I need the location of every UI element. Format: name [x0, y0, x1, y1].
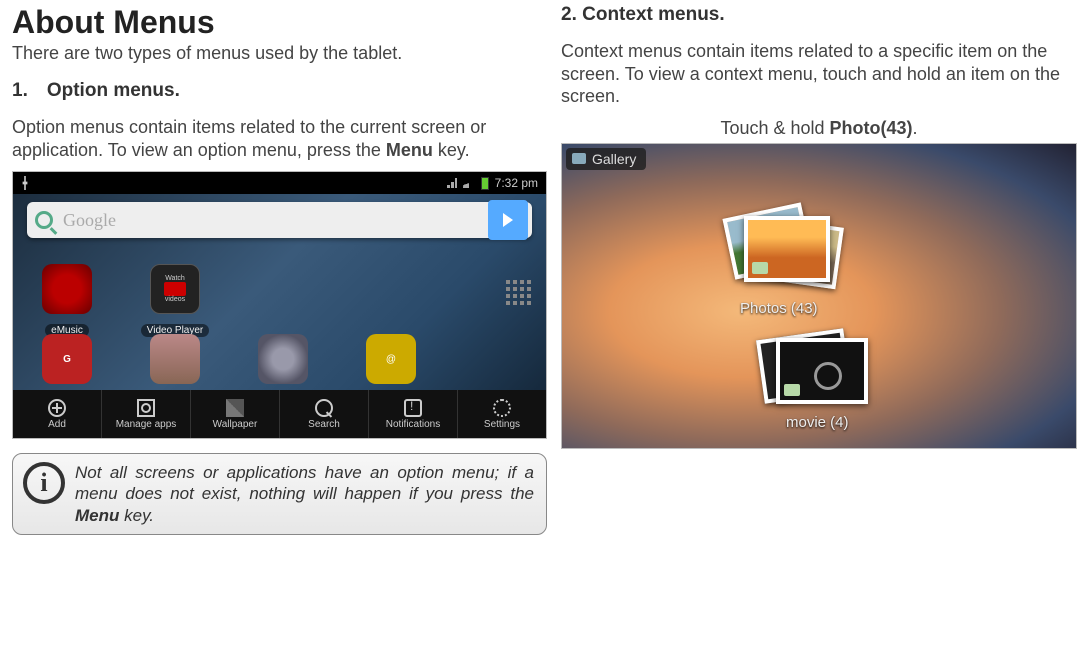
battery-icon [481, 177, 489, 190]
section-1-heading: 1. Option menus. [12, 80, 547, 102]
photos-stack-label: Photos (43) [740, 300, 818, 317]
option-settings[interactable]: Settings [458, 390, 546, 438]
search-go-button[interactable] [488, 200, 528, 240]
option-menu-screenshot: 7:32 pm Google eMusic Watch videos Video… [12, 171, 547, 439]
video-player-icon: Watch videos [150, 264, 200, 314]
intro-text: There are two types of menus used by the… [12, 43, 547, 64]
signal-icon [447, 178, 457, 188]
option-wallpaper[interactable]: Wallpaper [191, 390, 280, 438]
right-column: 2. Context menus. Context menus contain … [557, 4, 1087, 653]
section-2-heading: 2. Context menus. [561, 4, 1077, 26]
app-video-player[interactable]: Watch videos Video Player [135, 264, 215, 338]
getjar-icon: G [42, 334, 92, 384]
clock-text: 7:32 pm [495, 176, 538, 190]
search-menu-icon [315, 399, 333, 417]
option-notifications[interactable]: Notifications [369, 390, 458, 438]
search-placeholder: Google [63, 210, 116, 231]
search-bar[interactable]: Google [27, 202, 532, 238]
gallery-stack-movies[interactable]: movie (4) [772, 338, 864, 404]
movies-stack-label: movie (4) [786, 414, 849, 431]
section-2-body: Context menus contain items related to a… [561, 40, 1077, 108]
option-search[interactable]: Search [280, 390, 369, 438]
search-icon [35, 211, 53, 229]
option-menu-bar: Add Manage apps Wallpaper Search Notific… [13, 390, 546, 438]
context-menu-screenshot: Gallery Photos (43) movie (4) [561, 143, 1077, 449]
info-icon: i [23, 462, 65, 504]
aldiko-icon [150, 334, 200, 384]
notifications-icon [404, 399, 422, 417]
left-column: About Menus There are two types of menus… [2, 4, 557, 653]
arrow-right-icon [503, 213, 513, 227]
app-row-1: eMusic Watch videos Video Player [27, 264, 532, 338]
manage-apps-icon [137, 399, 155, 417]
photo-thumb-icon [744, 216, 830, 282]
settings-icon [493, 399, 511, 417]
gallery-header[interactable]: Gallery [566, 148, 646, 170]
emusic-icon [42, 264, 92, 314]
app-emusic[interactable]: eMusic [27, 264, 107, 338]
info-note: i Not all screens or applications have a… [12, 453, 547, 535]
status-bar: 7:32 pm [13, 172, 546, 194]
camera-icon [258, 334, 308, 384]
gallery-caption: Touch & hold Photo(43). [561, 118, 1077, 139]
email-icon: @ [366, 334, 416, 384]
wifi-icon [463, 178, 475, 188]
app-drawer-icon[interactable] [506, 280, 532, 306]
option-manage-apps[interactable]: Manage apps [102, 390, 191, 438]
add-icon [48, 399, 66, 417]
page-title: About Menus [12, 4, 547, 41]
usb-icon [21, 176, 29, 190]
wallpaper-icon [226, 399, 244, 417]
movie-thumb-icon [776, 338, 868, 404]
option-add[interactable]: Add [13, 390, 102, 438]
section-1-body: Option menus contain items related to th… [12, 116, 547, 161]
